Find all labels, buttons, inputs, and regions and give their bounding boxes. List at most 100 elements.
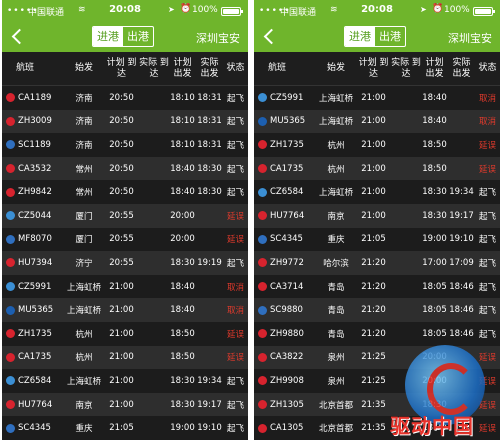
flight-row[interactable]: CZ5991 上海虹桥 21:00 18:40 取消 bbox=[2, 274, 248, 299]
scheduled-arrival: 21:25 bbox=[361, 375, 386, 386]
scheduled-arrival: 21:20 bbox=[361, 328, 386, 339]
flight-row[interactable]: SC4345 重庆 21:05 19:00 19:10 起飞 bbox=[254, 227, 500, 252]
flight-row[interactable]: CZ5044 厦门 20:55 20:00 延误 bbox=[2, 203, 248, 228]
flight-status: 取消 bbox=[226, 282, 244, 293]
flight-row[interactable]: HU7764 南京 21:00 18:30 19:17 起飞 bbox=[254, 203, 500, 228]
airline-logo-icon bbox=[6, 187, 15, 197]
airline-logo-icon bbox=[6, 329, 15, 339]
left-screen: ••••• 中国联通 ≋ 20:08 ➤ ⏰ 100% 进港 出港 深圳宝安 航… bbox=[2, 0, 248, 440]
origin-city: 青岛 bbox=[327, 329, 345, 340]
flight-row[interactable]: SC4345 重庆 21:05 19:00 19:10 起飞 bbox=[2, 416, 248, 440]
scheduled-departure: 18:40 bbox=[170, 305, 195, 316]
flight-row[interactable]: CZ5991 上海虹桥 21:00 18:40 取消 bbox=[254, 86, 500, 110]
scheduled-arrival: 21:00 bbox=[361, 163, 386, 174]
flight-row[interactable]: ZH1735 杭州 21:00 18:50 延误 bbox=[2, 321, 248, 346]
flight-status: 起飞 bbox=[478, 306, 496, 317]
flight-row[interactable]: ZH9880 青岛 21:20 18:05 18:46 起飞 bbox=[254, 321, 500, 346]
back-arrow-icon[interactable] bbox=[11, 28, 28, 45]
scheduled-arrival: 21:00 bbox=[109, 305, 134, 316]
flight-row[interactable]: HU7764 南京 21:00 18:30 19:17 起飞 bbox=[2, 392, 248, 417]
flight-number: CA3822 bbox=[270, 352, 304, 363]
scheduled-departure: 20:00 bbox=[170, 210, 195, 221]
flight-number-cell: ZH1735 bbox=[2, 329, 64, 339]
airport-name[interactable]: 深圳宝安 bbox=[448, 30, 492, 46]
origin-city: 厦门 bbox=[75, 211, 93, 222]
origin-city: 上海虹桥 bbox=[318, 117, 353, 128]
flight-number: HU7764 bbox=[270, 210, 305, 221]
flight-status: 起飞 bbox=[478, 329, 496, 340]
tab-arrivals[interactable]: 进港 bbox=[93, 27, 123, 46]
airline-logo-icon bbox=[6, 211, 15, 221]
arrival-departure-toggle: 进港 出港 bbox=[344, 26, 406, 47]
flight-status: 起飞 bbox=[226, 400, 244, 411]
col-flight: 航班 bbox=[16, 63, 35, 73]
tab-departures[interactable]: 出港 bbox=[375, 27, 405, 46]
flight-row[interactable]: ZH9842 常州 20:50 18:40 18:30 起飞 bbox=[2, 180, 248, 204]
actual-departure: 19:17 bbox=[197, 399, 222, 410]
flight-row[interactable]: SC1189 济南 20:50 18:10 18:31 起飞 bbox=[2, 133, 248, 157]
flight-row[interactable]: HU7394 济宁 20:55 18:30 19:19 起飞 bbox=[2, 251, 248, 275]
flight-status: 延误 bbox=[478, 353, 496, 364]
flight-status: 取消 bbox=[478, 117, 496, 128]
flight-row[interactable]: CA1189 济南 20:50 18:10 18:31 起飞 bbox=[2, 86, 248, 110]
flight-number-cell: ZH1305 bbox=[254, 400, 316, 410]
origin-city: 青岛 bbox=[327, 306, 345, 317]
flight-row[interactable]: SC9880 青岛 21:20 18:05 18:46 起飞 bbox=[254, 298, 500, 322]
origin-city: 北京首都 bbox=[318, 424, 353, 435]
flight-row[interactable]: ZH9772 哈尔滨 21:20 17:00 17:09 起飞 bbox=[254, 251, 500, 275]
flight-status: 起飞 bbox=[226, 140, 244, 151]
flight-number-cell: CZ5991 bbox=[2, 282, 64, 292]
flight-number: CZ6584 bbox=[270, 187, 304, 198]
flight-row[interactable]: ZH1735 杭州 21:00 18:50 延误 bbox=[254, 133, 500, 157]
flight-number-cell: ZH3009 bbox=[2, 116, 64, 126]
airline-logo-icon bbox=[6, 305, 15, 315]
flight-number: SC4345 bbox=[18, 423, 51, 434]
origin-city: 济南 bbox=[75, 117, 93, 128]
airline-logo-icon bbox=[258, 282, 267, 292]
col-actual-arrival: 实际 到达 bbox=[139, 57, 169, 79]
flight-number-cell: ZH1735 bbox=[254, 140, 316, 150]
airline-logo-icon bbox=[258, 211, 267, 221]
scheduled-arrival: 21:00 bbox=[109, 352, 134, 363]
flight-row[interactable]: CA1735 杭州 21:00 18:50 延误 bbox=[254, 156, 500, 181]
flight-row[interactable]: CA3714 青岛 21:20 18:05 18:46 起飞 bbox=[254, 274, 500, 299]
actual-departure: 19:10 bbox=[449, 234, 474, 245]
airport-name[interactable]: 深圳宝安 bbox=[196, 30, 240, 46]
col-scheduled-departure: 计划 出发 bbox=[173, 57, 192, 79]
flight-row[interactable]: MU5365 上海虹桥 21:00 18:40 取消 bbox=[254, 109, 500, 134]
flight-row[interactable]: CZ6584 上海虹桥 21:00 18:30 19:34 起飞 bbox=[254, 180, 500, 204]
flight-row[interactable]: ZH3009 济南 20:50 18:10 18:31 起飞 bbox=[2, 109, 248, 134]
flight-status: 起飞 bbox=[226, 424, 244, 435]
tab-arrivals[interactable]: 进港 bbox=[345, 27, 375, 46]
flight-row[interactable]: CA3532 常州 20:50 18:40 18:30 起飞 bbox=[2, 156, 248, 181]
flight-number: SC1189 bbox=[18, 139, 51, 150]
table-header: 航班 始发 计划 到达 实际 到达 计划 出发 实际 出发 状态 bbox=[2, 52, 248, 86]
scheduled-departure: 18:05 bbox=[422, 328, 447, 339]
airline-logo-icon bbox=[258, 376, 267, 386]
scheduled-departure: 19:00 bbox=[170, 423, 195, 434]
origin-city: 济南 bbox=[75, 93, 93, 104]
flight-row[interactable]: CZ6584 上海虹桥 21:00 18:30 19:34 起飞 bbox=[2, 369, 248, 393]
flight-status: 延误 bbox=[226, 329, 244, 340]
tab-departures[interactable]: 出港 bbox=[123, 27, 153, 46]
flight-row[interactable]: CA1735 杭州 21:00 18:50 延误 bbox=[2, 345, 248, 370]
origin-city: 杭州 bbox=[75, 329, 93, 340]
flight-row[interactable]: MF8070 厦门 20:55 20:00 延误 bbox=[2, 227, 248, 252]
origin-city: 重庆 bbox=[327, 235, 345, 246]
flight-number: ZH9880 bbox=[270, 328, 304, 339]
origin-city: 上海虹桥 bbox=[66, 306, 101, 317]
flight-number: ZH1735 bbox=[270, 139, 304, 150]
flight-number: CA1305 bbox=[270, 423, 304, 434]
flight-row[interactable]: MU5365 上海虹桥 21:00 18:40 取消 bbox=[2, 298, 248, 322]
airline-logo-icon bbox=[258, 400, 267, 410]
scheduled-arrival: 21:05 bbox=[109, 423, 134, 434]
scheduled-arrival: 21:00 bbox=[109, 281, 134, 292]
origin-city: 泉州 bbox=[327, 353, 345, 364]
scheduled-departure: 18:40 bbox=[422, 92, 447, 103]
battery-percent: 100% bbox=[192, 5, 218, 15]
flight-status: 起飞 bbox=[226, 258, 244, 269]
flight-status: 起飞 bbox=[478, 235, 496, 246]
back-arrow-icon[interactable] bbox=[263, 28, 280, 45]
col-status: 状态 bbox=[226, 63, 245, 73]
origin-city: 哈尔滨 bbox=[323, 258, 349, 269]
